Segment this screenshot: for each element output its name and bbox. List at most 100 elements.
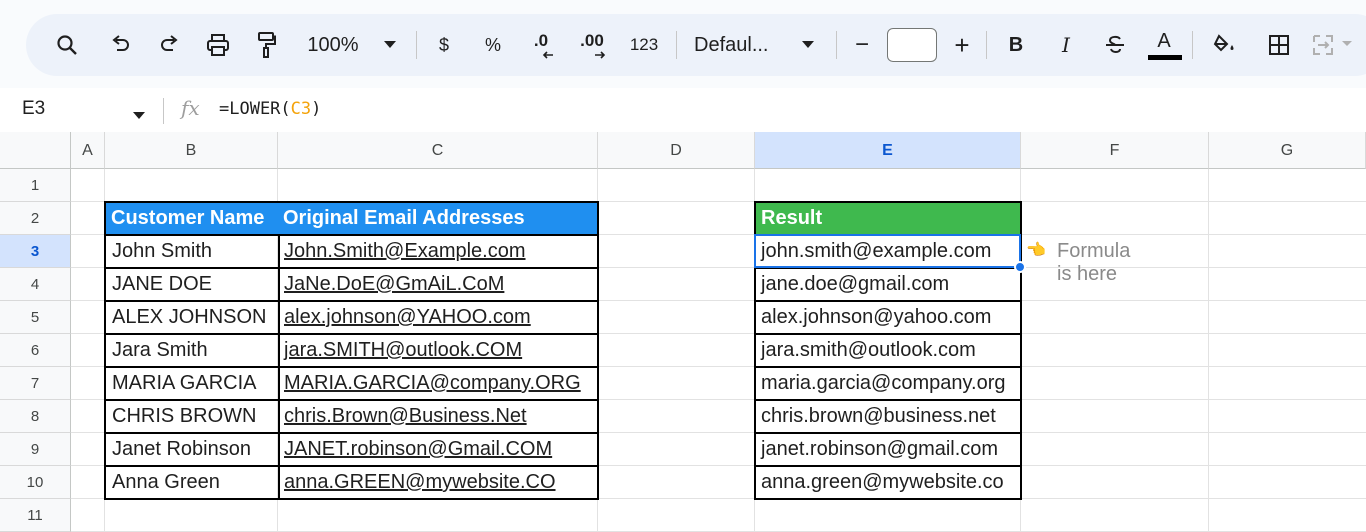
toolbar-divider <box>1192 31 1193 59</box>
row-header-5[interactable]: 5 <box>0 301 71 334</box>
toolbar: 100% $ % .0 .00 123 Defaul... − + B I A <box>26 14 1366 76</box>
currency-format-button[interactable]: $ <box>432 14 456 76</box>
number-format-label: 123 <box>629 35 659 54</box>
cell-email-link[interactable]: MARIA.GARCIA@company.ORG <box>278 368 599 401</box>
font-chevron-down-icon[interactable] <box>798 14 818 76</box>
cell-email-link[interactable]: JaNe.DoE@GmAiL.CoM <box>278 269 599 302</box>
cell-email-link[interactable]: chris.Brown@Business.Net <box>278 401 599 434</box>
row-header-4[interactable]: 4 <box>0 268 71 301</box>
cell-result[interactable]: jane.doe@gmail.com <box>754 269 1022 302</box>
number-format-button[interactable]: 123 <box>624 14 664 76</box>
column-header-a[interactable]: A <box>71 132 105 169</box>
cell-result[interactable]: jara.smith@outlook.com <box>754 335 1022 368</box>
fx-icon: fx <box>181 96 200 120</box>
decrease-decimal-button[interactable]: .0 <box>524 14 558 76</box>
header-result[interactable]: Result <box>754 201 1022 236</box>
fill-color-icon[interactable] <box>1208 14 1244 76</box>
formula-ref: C3 <box>290 99 312 119</box>
formula-bar <box>0 90 1366 130</box>
column-header-f[interactable]: F <box>1021 132 1209 169</box>
text-color-glyph: A <box>1157 29 1171 52</box>
zoom-value: 100% <box>307 33 359 56</box>
arrow-right-icon <box>595 51 606 59</box>
percent-format-button[interactable]: % <box>481 14 505 76</box>
cell-result[interactable]: maria.garcia@company.org <box>754 368 1022 401</box>
toolbar-area: 100% $ % .0 .00 123 Defaul... − + B I A <box>0 0 1366 88</box>
cell-name[interactable]: ALEX JOHNSON <box>104 302 280 335</box>
increase-decimal-label: .00 <box>580 31 604 50</box>
font-family-select[interactable]: Defaul... <box>694 14 784 76</box>
zoom-select[interactable]: 100% <box>302 14 364 76</box>
borders-icon[interactable] <box>1264 14 1294 76</box>
formula-note: Formula is here <box>1057 240 1131 285</box>
cell-name[interactable]: JANE DOE <box>104 269 280 302</box>
font-family-value: Defaul... <box>694 33 769 56</box>
row-header-8[interactable]: 8 <box>0 400 71 433</box>
italic-glyph: I <box>1062 33 1070 57</box>
cell-result[interactable]: janet.robinson@gmail.com <box>754 434 1022 467</box>
formula-prefix: =LOWER( <box>219 99 291 119</box>
row-header-2[interactable]: 2 <box>0 202 71 235</box>
currency-symbol: $ <box>438 34 449 55</box>
cell-email-link[interactable]: anna.GREEN@mywebsite.CO <box>278 467 599 500</box>
row-header-9[interactable]: 9 <box>0 433 71 466</box>
cell-name[interactable]: Jara Smith <box>104 335 280 368</box>
cell-name[interactable]: CHRIS BROWN <box>104 401 280 434</box>
decrease-font-size-button[interactable]: − <box>850 14 874 76</box>
row-header-1[interactable]: 1 <box>0 169 71 202</box>
italic-button[interactable]: I <box>1054 14 1078 76</box>
cell-name[interactable]: Janet Robinson <box>104 434 280 467</box>
select-all-corner[interactable] <box>0 132 71 169</box>
minus-glyph: − <box>854 31 869 58</box>
cell-name[interactable]: MARIA GARCIA <box>104 368 280 401</box>
fill-handle[interactable] <box>1014 261 1026 273</box>
cell-result[interactable]: john.smith@example.com <box>754 236 1022 269</box>
column-header-e[interactable]: E <box>755 132 1021 169</box>
cell-email-link[interactable]: jara.SMITH@outlook.COM <box>278 335 599 368</box>
increase-decimal-button[interactable]: .00 <box>572 14 612 76</box>
toolbar-divider <box>836 31 837 59</box>
arrow-left-icon <box>542 51 553 59</box>
toolbar-divider <box>676 31 677 59</box>
column-header-c[interactable]: C <box>278 132 598 169</box>
font-size-input[interactable] <box>887 28 937 62</box>
bold-button[interactable]: B <box>1004 14 1028 76</box>
merge-cells-icon[interactable] <box>1310 14 1360 76</box>
search-menus-icon[interactable] <box>52 14 82 76</box>
row-header-10[interactable]: 10 <box>0 466 71 499</box>
cell-result[interactable]: alex.johnson@yahoo.com <box>754 302 1022 335</box>
cell-email-link[interactable]: JANET.robinson@Gmail.COM <box>278 434 599 467</box>
toolbar-divider <box>416 31 417 59</box>
paint-format-icon[interactable] <box>252 14 282 76</box>
cell-name[interactable]: Anna Green <box>104 467 280 500</box>
header-original-email[interactable]: Original Email Addresses <box>278 201 599 236</box>
cell-email-link[interactable]: John.Smith@Example.com <box>278 236 599 269</box>
formula-suffix: ) <box>311 99 322 119</box>
row-header-11[interactable]: 11 <box>0 499 71 532</box>
text-color-bar <box>1148 55 1182 60</box>
row-header-7[interactable]: 7 <box>0 367 71 400</box>
header-customer-name[interactable]: Customer Name <box>104 201 280 236</box>
cell-email-link[interactable]: alex.johnson@YAHOO.com <box>278 302 599 335</box>
text-color-button[interactable]: A <box>1146 14 1182 76</box>
name-box[interactable]: E3 <box>22 98 45 120</box>
formula-input[interactable]: =LOWER(C3) <box>219 99 321 119</box>
name-box-chevron-down-icon[interactable] <box>133 107 145 125</box>
cell-result[interactable]: anna.green@mywebsite.co <box>754 467 1022 500</box>
column-header-g[interactable]: G <box>1209 132 1366 169</box>
formula-divider <box>163 98 164 124</box>
cell-result[interactable]: chris.brown@business.net <box>754 401 1022 434</box>
row-header-6[interactable]: 6 <box>0 334 71 367</box>
column-header-d[interactable]: D <box>598 132 755 169</box>
strikethrough-icon[interactable] <box>1100 14 1130 76</box>
increase-font-size-button[interactable]: + <box>950 14 974 76</box>
column-header-b[interactable]: B <box>105 132 278 169</box>
cell-name[interactable]: John Smith <box>104 236 280 269</box>
print-icon[interactable] <box>202 14 234 76</box>
zoom-chevron-down-icon[interactable] <box>380 14 400 76</box>
pointing-hand-icon: 👈 <box>1026 242 1046 259</box>
toolbar-divider <box>986 31 987 59</box>
row-header-3[interactable]: 3 <box>0 235 71 268</box>
redo-icon[interactable] <box>154 14 184 76</box>
undo-icon[interactable] <box>106 14 136 76</box>
